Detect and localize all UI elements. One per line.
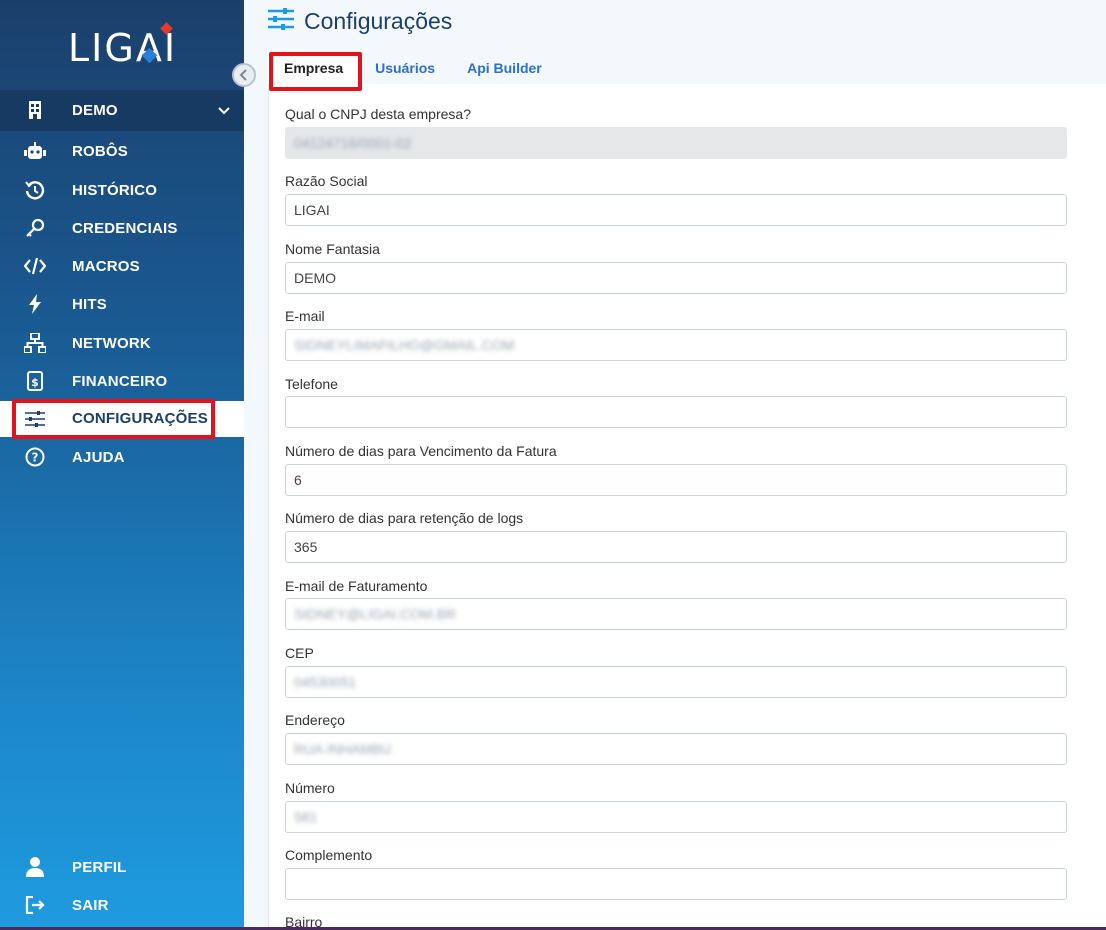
sidebar-item-hits[interactable]: HITS [0, 285, 244, 323]
sidebar-item-historico[interactable]: HISTÓRICO [0, 171, 244, 209]
nome-fantasia-value: DEMO [294, 270, 336, 286]
chevron-down-icon [218, 104, 230, 118]
user-icon [22, 854, 48, 880]
sidebar-item-label: HISTÓRICO [72, 181, 158, 199]
sidebar-item-label: FINANCEIRO [72, 372, 168, 390]
sidebar-item-label: NETWORK [72, 334, 151, 352]
sidebar-item-label: CREDENCIAIS [72, 219, 178, 237]
field-label-vencimento-fatura: Número de dias para Vencimento da Fatura [285, 443, 557, 459]
retencao-logs-value: 365 [294, 539, 318, 555]
sidebar-item-label: SAIR [72, 896, 109, 914]
field-label-email-faturamento: E-mail de Faturamento [285, 578, 428, 594]
sidebar-item-perfil[interactable]: PERFIL [0, 848, 244, 886]
sidebar: LIGAI DEMO ROBÔS HISTÓRICO CREDENCIAIS M [0, 0, 244, 930]
email-faturamento-value: SIDNEY@LIGAI.COM.BR [294, 606, 457, 622]
email-value: SIDNEYLIMAFILHO@GMAIL.COM [294, 337, 515, 353]
cep-field[interactable]: 04530051 [285, 666, 1067, 698]
tab-api-builder[interactable]: Api Builder [451, 52, 558, 86]
field-label-complemento: Complemento [285, 847, 373, 863]
field-label-numero: Número [285, 780, 335, 796]
field-label-retencao-logs: Número de dias para retenção de logs [285, 510, 524, 526]
retencao-logs-field[interactable]: 365 [285, 531, 1067, 563]
razao-social-value: LIGAI [294, 202, 330, 218]
endereco-value: RUA INHAMBU [294, 741, 392, 757]
vencimento-fatura-field[interactable]: 6 [285, 464, 1067, 496]
robot-icon [22, 138, 48, 164]
field-label-cnpj: Qual o CNPJ desta empresa? [285, 106, 471, 122]
email-faturamento-field[interactable]: SIDNEY@LIGAI.COM.BR [285, 598, 1067, 630]
org-selector[interactable]: DEMO [0, 90, 244, 131]
page-title: Configurações [304, 7, 453, 34]
cnpj-field[interactable]: 04124716/0001-02 [285, 127, 1067, 159]
razao-social-field[interactable]: LIGAI [285, 194, 1067, 226]
vencimento-fatura-value: 6 [294, 472, 302, 488]
history-icon [22, 177, 48, 203]
numero-field[interactable]: 581 [285, 801, 1067, 833]
tabs: Empresa Usuários Api Builder [268, 52, 558, 86]
sidebar-item-configuracoes[interactable]: CONFIGURAÇÕES [0, 401, 244, 437]
sidebar-item-network[interactable]: NETWORK [0, 324, 244, 362]
logout-icon [22, 892, 48, 918]
ligai-logo[interactable]: LIGAI [68, 26, 178, 70]
field-label-endereco: Endereço [285, 712, 345, 728]
sidebar-item-label: AJUDA [72, 448, 125, 466]
telefone-field[interactable] [285, 396, 1067, 428]
field-label-razao-social: Razão Social [285, 173, 368, 189]
field-label-telefone: Telefone [285, 376, 338, 392]
company-form: Qual o CNPJ desta empresa? 04124716/0001… [268, 84, 1106, 930]
collapse-sidebar-button[interactable] [232, 63, 256, 87]
sidebar-item-credenciais[interactable]: CREDENCIAIS [0, 209, 244, 247]
cep-value: 04530051 [294, 674, 357, 690]
main-content: Configurações Empresa Usuários Api Build… [244, 0, 1106, 930]
code-icon [22, 253, 48, 279]
page-header: Configurações [268, 6, 452, 36]
email-field[interactable]: SIDNEYLIMAFILHO@GMAIL.COM [285, 329, 1067, 361]
invoice-icon: $ [22, 368, 48, 394]
tab-empresa[interactable]: Empresa [268, 52, 360, 86]
sidebar-item-financeiro[interactable]: $ FINANCEIRO [0, 362, 244, 400]
sidebar-item-robos[interactable]: ROBÔS [0, 132, 244, 170]
bolt-icon [22, 291, 48, 317]
sliders-icon [268, 7, 294, 35]
field-label-nome-fantasia: Nome Fantasia [285, 241, 380, 257]
cnpj-value: 04124716/0001-02 [294, 135, 412, 151]
help-icon: ? [22, 444, 48, 470]
org-label: DEMO [72, 102, 118, 119]
svg-text:$: $ [31, 376, 39, 389]
sliders-icon [22, 406, 48, 432]
tab-usuarios[interactable]: Usuários [359, 52, 451, 86]
field-label-cep: CEP [285, 645, 314, 661]
sidebar-item-sair[interactable]: SAIR [0, 886, 244, 924]
sidebar-item-label: HITS [72, 295, 107, 313]
field-label-email: E-mail [285, 308, 325, 324]
svg-text:?: ? [32, 451, 39, 465]
sidebar-item-macros[interactable]: MACROS [0, 247, 244, 285]
sidebar-item-label: PERFIL [72, 858, 127, 876]
sidebar-item-label: MACROS [72, 257, 140, 275]
building-icon [22, 97, 48, 123]
network-icon [22, 330, 48, 356]
key-icon [22, 215, 48, 241]
endereco-field[interactable]: RUA INHAMBU [285, 733, 1067, 765]
sidebar-item-label: CONFIGURAÇÕES [72, 410, 208, 427]
sidebar-item-label: ROBÔS [72, 142, 129, 160]
sidebar-item-ajuda[interactable]: ? AJUDA [0, 438, 244, 476]
nome-fantasia-field[interactable]: DEMO [285, 262, 1067, 294]
complemento-field[interactable] [285, 868, 1067, 900]
numero-value: 581 [294, 809, 318, 825]
